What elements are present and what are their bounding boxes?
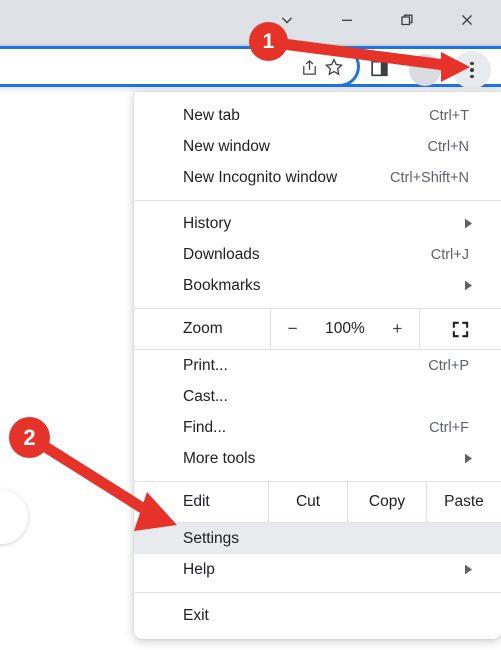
menu-item-history[interactable]: History (134, 208, 501, 239)
menu-item-find[interactable]: Find... Ctrl+F (134, 412, 501, 443)
menu-item-cast[interactable]: Cast... (134, 381, 501, 412)
edit-label-text: Edit (183, 493, 210, 510)
submenu-arrow-icon (464, 280, 487, 291)
side-panel-icon[interactable] (366, 55, 392, 81)
menu-item-shortcut: Ctrl+F (429, 419, 469, 436)
menu-item-print[interactable]: Print... Ctrl+P (134, 350, 501, 381)
zoom-level-value: 100% (325, 320, 365, 337)
edit-label: Edit (134, 482, 268, 522)
menu-item-shortcut: Ctrl+P (428, 357, 469, 374)
close-icon[interactable] (452, 5, 482, 35)
zoom-label: Zoom (134, 309, 270, 349)
menu-item-label: Print... (183, 356, 228, 374)
share-icon[interactable] (296, 54, 322, 80)
menu-item-label: New Incognito window (183, 168, 338, 186)
menu-item-label: More tools (183, 449, 256, 467)
edit-cut-button[interactable]: Cut (268, 482, 347, 522)
menu-item-help[interactable]: Help (134, 554, 501, 585)
menu-edit-row: Edit Cut Copy Paste (134, 481, 501, 523)
menu-item-label: Bookmarks (183, 276, 261, 294)
three-dot-menu-icon[interactable] (453, 51, 491, 89)
menu-separator (134, 200, 501, 201)
chrome-main-menu: New tab Ctrl+T New window Ctrl+N New Inc… (134, 92, 501, 639)
star-icon[interactable] (321, 54, 347, 80)
zoom-label-text: Zoom (183, 320, 223, 337)
profile-avatar-icon[interactable] (409, 54, 441, 86)
fullscreen-icon[interactable] (420, 309, 501, 349)
annotation-badge-2: 2 (9, 417, 50, 458)
menu-item-label: Find... (183, 418, 227, 436)
menu-item-label: New window (183, 137, 271, 155)
menu-item-label: Exit (183, 606, 209, 624)
minimize-icon[interactable] (332, 5, 362, 35)
menu-item-shortcut: Ctrl+N (427, 138, 470, 155)
menu-item-label: History (183, 214, 232, 232)
menu-item-settings[interactable]: Settings (134, 523, 501, 554)
menu-item-shortcut: Ctrl+Shift+N (390, 169, 469, 186)
menu-item-label: Cast... (183, 387, 228, 405)
menu-item-bookmarks[interactable]: Bookmarks (134, 270, 501, 301)
screenshot-root: New tab Ctrl+T New window Ctrl+N New Inc… (0, 0, 501, 650)
menu-zoom-row: Zoom − 100% + (134, 308, 501, 350)
menu-item-new-tab[interactable]: New tab Ctrl+T (134, 100, 501, 131)
menu-item-label: New tab (183, 106, 240, 124)
menu-item-shortcut: Ctrl+J (430, 246, 469, 263)
submenu-arrow-icon (464, 218, 487, 229)
menu-item-more-tools[interactable]: More tools (134, 443, 501, 474)
submenu-arrow-icon (464, 564, 487, 575)
zoom-controls: − 100% + (270, 309, 420, 349)
menu-item-label: Help (183, 560, 215, 578)
menu-item-label: Downloads (183, 245, 260, 263)
menu-item-label: Settings (183, 529, 240, 547)
edit-paste-button[interactable]: Paste (426, 482, 501, 522)
menu-separator (134, 592, 501, 593)
menu-item-new-window[interactable]: New window Ctrl+N (134, 131, 501, 162)
annotation-badge-1: 1 (249, 22, 288, 61)
submenu-arrow-icon (464, 453, 487, 464)
edit-copy-button[interactable]: Copy (347, 482, 426, 522)
menu-item-downloads[interactable]: Downloads Ctrl+J (134, 239, 501, 270)
zoom-out-button[interactable]: − (279, 319, 307, 339)
restore-icon[interactable] (392, 5, 422, 35)
zoom-in-button[interactable]: + (383, 319, 411, 339)
menu-item-exit[interactable]: Exit (134, 600, 501, 631)
menu-item-shortcut: Ctrl+T (429, 107, 469, 124)
menu-item-new-incognito-window[interactable]: New Incognito window Ctrl+Shift+N (134, 162, 501, 193)
